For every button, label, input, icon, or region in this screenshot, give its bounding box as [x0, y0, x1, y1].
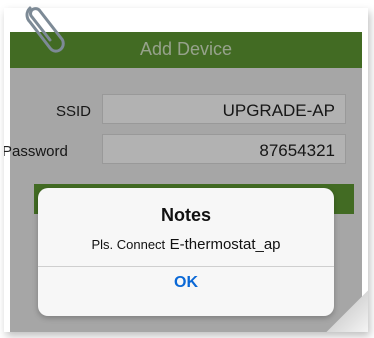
paperclip-icon [22, 2, 68, 64]
notes-alert-dialog: Notes Pls. Connect E-thermostat_ap OK [38, 188, 334, 316]
alert-ok-button[interactable]: OK [38, 267, 334, 316]
alert-title: Notes [160, 205, 211, 225]
alert-message-ssid: E-thermostat_ap [169, 236, 281, 253]
alert-message: Pls. Connect E-thermostat_ap [38, 236, 334, 254]
alert-message-prefix: Pls. Connect [91, 237, 166, 252]
